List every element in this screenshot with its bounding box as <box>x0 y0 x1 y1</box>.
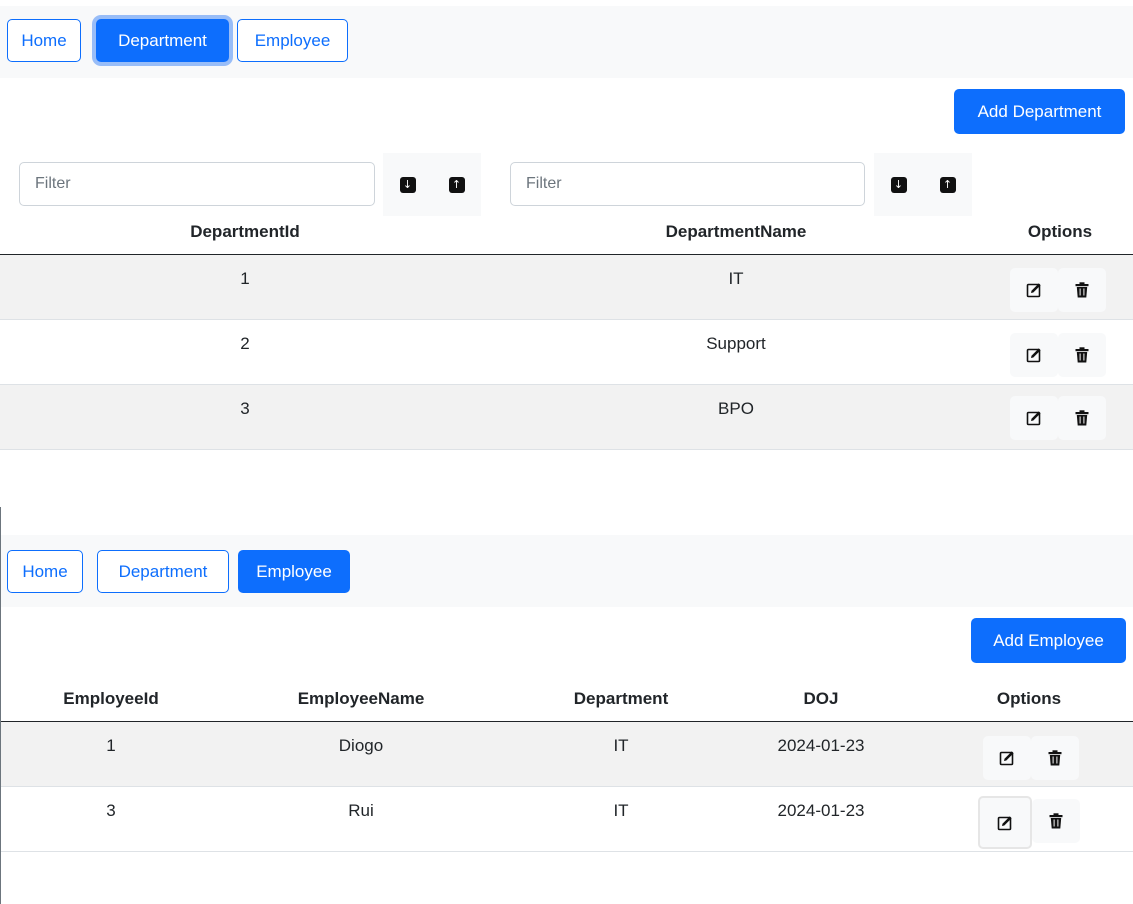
table-row: 1 Diogo IT 2024-01-23 <box>1 722 1133 787</box>
edit-icon <box>1026 348 1041 363</box>
arrow-up-icon: ↑ <box>939 176 956 193</box>
department-name-filter-input[interactable] <box>510 162 865 206</box>
table-row: 3 Rui IT 2024-01-23 <box>1 787 1133 852</box>
column-header-employee-id: EmployeeId <box>63 689 159 708</box>
edit-button[interactable] <box>1010 268 1058 312</box>
arrow-down-icon: ↓ <box>890 176 907 193</box>
department-id-cell: 2 <box>240 334 250 353</box>
nav-employee-button[interactable]: Employee <box>238 550 350 593</box>
table-row: 3 BPO <box>0 385 1133 450</box>
edit-icon <box>1026 411 1041 426</box>
nav-department-button[interactable]: Department <box>97 550 229 593</box>
department-id-cell: 1 <box>240 269 250 288</box>
trash-icon <box>1075 347 1089 363</box>
delete-button[interactable] <box>1031 736 1079 780</box>
edit-button[interactable] <box>978 796 1032 849</box>
nav-home-button[interactable]: Home <box>7 550 83 593</box>
column-header-options: Options <box>1027 222 1093 241</box>
department-name-cell: Support <box>706 334 766 353</box>
employee-name-cell: Rui <box>348 801 374 820</box>
trash-icon <box>1075 410 1089 426</box>
delete-button[interactable] <box>1058 333 1106 377</box>
employee-doj-cell: 2024-01-23 <box>777 736 865 755</box>
employee-doj-cell: 2024-01-23 <box>777 801 865 820</box>
navbar: Home Department Employee <box>1 535 1133 607</box>
nav-employee-button[interactable]: Employee <box>237 19 348 62</box>
add-department-button[interactable]: Add Department <box>954 89 1125 134</box>
department-name-cell: BPO <box>718 399 754 418</box>
column-header-department: Department <box>573 689 669 708</box>
nav-department-button[interactable]: Department <box>96 19 229 62</box>
department-panel: Home Department Employee Add Department … <box>0 0 1133 497</box>
arrow-up-icon: ↑ <box>448 176 465 193</box>
sort-id-descending-button[interactable]: ↓ <box>383 153 432 216</box>
delete-button[interactable] <box>1032 799 1080 843</box>
sort-name-descending-button[interactable]: ↓ <box>874 153 923 216</box>
table-row: 2 Support <box>0 320 1133 385</box>
column-header-employee-name: EmployeeName <box>297 689 425 708</box>
employee-panel: Home Department Employee Add Employee Em… <box>0 507 1133 904</box>
employee-id-cell: 3 <box>106 801 116 820</box>
column-header-department-name: DepartmentName <box>665 222 807 241</box>
delete-button[interactable] <box>1058 396 1106 440</box>
arrow-down-icon: ↓ <box>399 176 416 193</box>
edit-icon <box>1026 283 1041 298</box>
department-name-sort-group: ↓ ↑ <box>874 153 972 216</box>
add-employee-button[interactable]: Add Employee <box>971 618 1126 663</box>
employee-department-cell: IT <box>613 801 629 820</box>
employee-id-cell: 1 <box>106 736 116 755</box>
department-id-filter-input[interactable] <box>19 162 375 206</box>
trash-icon <box>1049 813 1063 829</box>
delete-button[interactable] <box>1058 268 1106 312</box>
column-header-options: Options <box>996 689 1062 708</box>
employee-name-cell: Diogo <box>338 736 384 755</box>
edit-icon <box>997 815 1012 830</box>
navbar: Home Department Employee <box>0 6 1133 78</box>
nav-home-button[interactable]: Home <box>7 19 81 62</box>
department-id-cell: 3 <box>240 399 250 418</box>
edit-button[interactable] <box>983 736 1031 780</box>
sort-id-ascending-button[interactable]: ↑ <box>432 153 481 216</box>
column-header-department-id: DepartmentId <box>190 222 300 241</box>
sort-name-ascending-button[interactable]: ↑ <box>923 153 972 216</box>
edit-button[interactable] <box>1010 396 1058 440</box>
department-id-sort-group: ↓ ↑ <box>383 153 481 216</box>
department-name-cell: IT <box>728 269 744 288</box>
column-header-doj: DOJ <box>803 689 839 708</box>
edit-button[interactable] <box>1010 333 1058 377</box>
table-row: 1 IT <box>0 255 1133 320</box>
edit-icon <box>999 751 1014 766</box>
employee-department-cell: IT <box>613 736 629 755</box>
trash-icon <box>1048 750 1062 766</box>
trash-icon <box>1075 282 1089 298</box>
